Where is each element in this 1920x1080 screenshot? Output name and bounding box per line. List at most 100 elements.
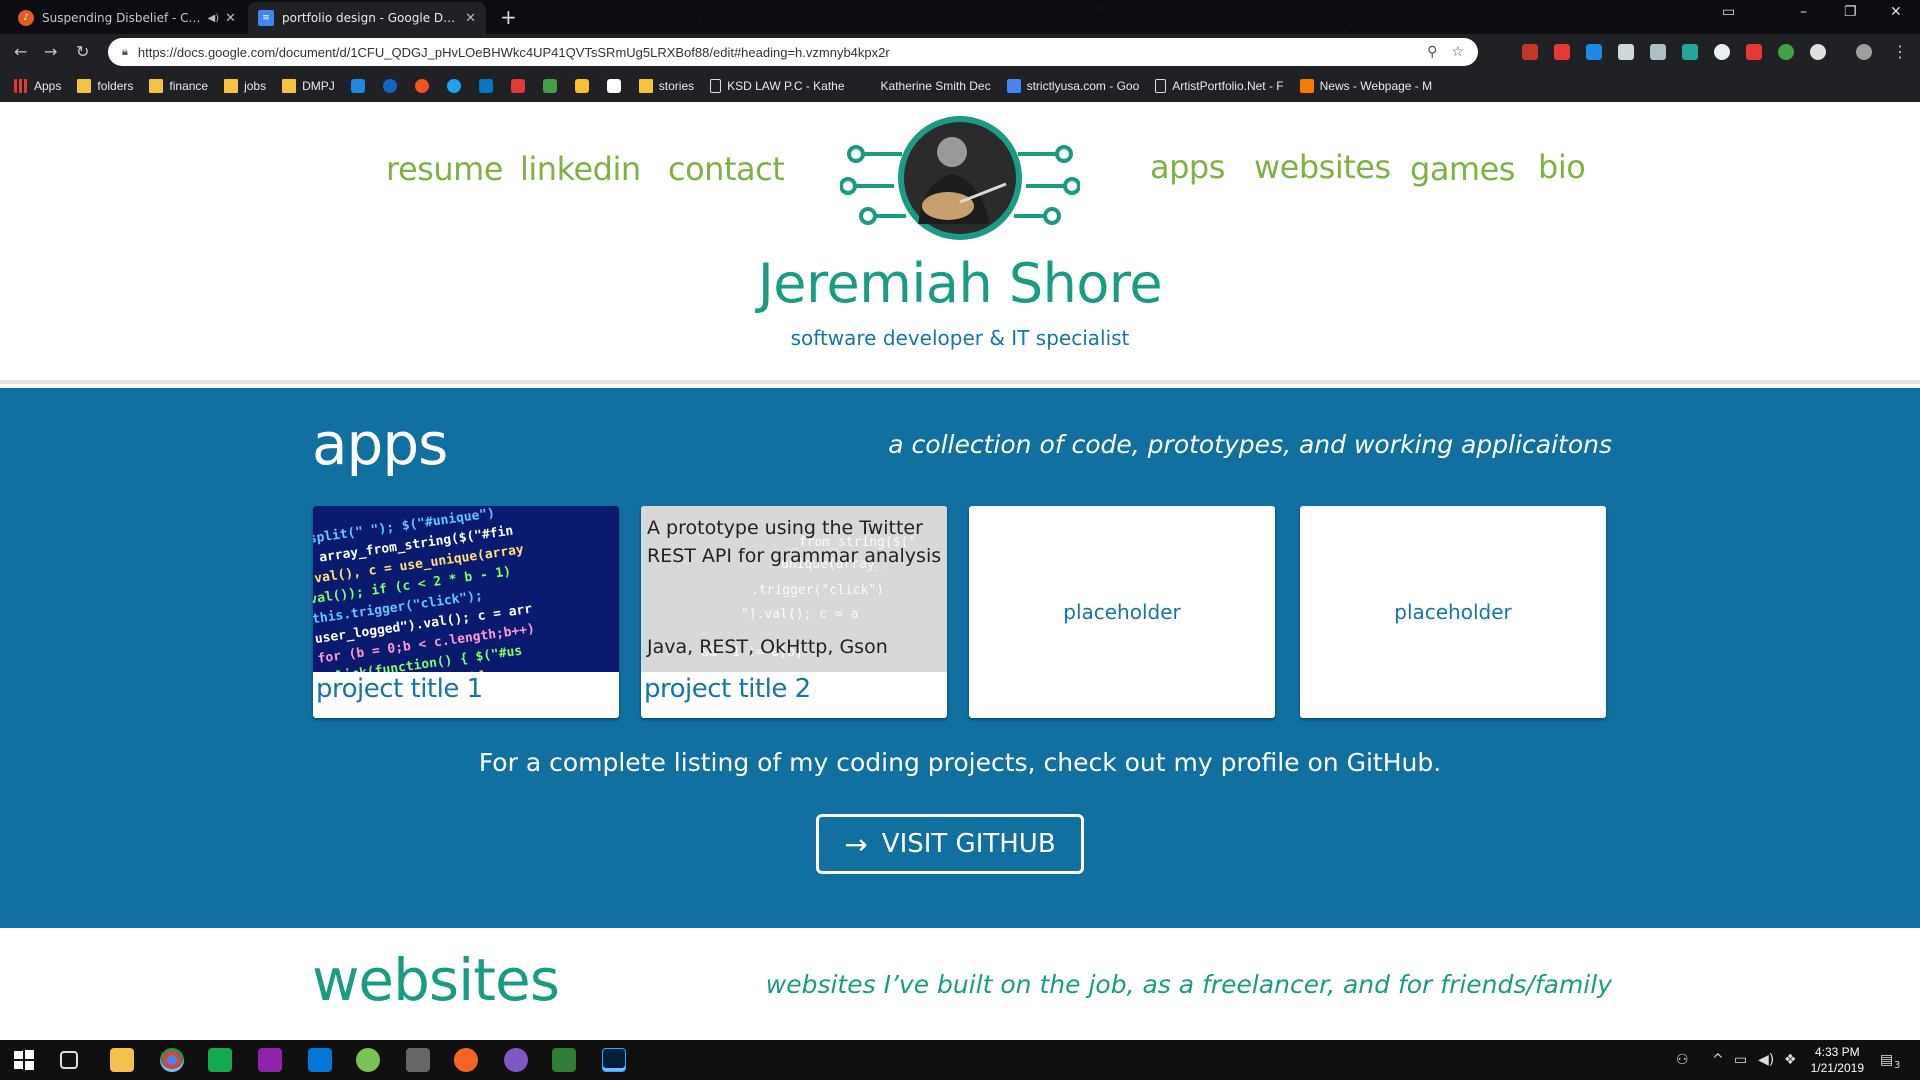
project-card-3[interactable]: placeholder bbox=[969, 506, 1275, 718]
bookmark-folders[interactable]: folders bbox=[77, 79, 133, 93]
web-page: resume linkedin contact apps websites ga… bbox=[0, 102, 1920, 1040]
project-card-4[interactable]: placeholder bbox=[1300, 506, 1606, 718]
project-title[interactable]: project title 1 bbox=[316, 674, 483, 704]
twitter-icon[interactable] bbox=[446, 79, 461, 93]
url-text[interactable]: https://docs.google.com/document/d/1CFU_… bbox=[138, 45, 1427, 60]
wikipedia-icon[interactable] bbox=[606, 79, 621, 93]
notifications-icon[interactable]: ▤ bbox=[1880, 1052, 1893, 1068]
nav-link-websites[interactable]: websites bbox=[1254, 148, 1391, 186]
bookmark-icon[interactable] bbox=[382, 79, 397, 93]
bookmark-label: finance bbox=[169, 79, 209, 93]
tab-portfolio-design[interactable]: ≡ portfolio design - Google Docs ✕ bbox=[248, 2, 486, 34]
close-tab-icon[interactable]: ✕ bbox=[465, 11, 476, 26]
nav-link-games[interactable]: games bbox=[1410, 150, 1515, 188]
project-title[interactable]: project title 2 bbox=[644, 674, 811, 704]
music-icon: ♪ bbox=[18, 10, 34, 26]
bookmark-label: DMPJ bbox=[302, 79, 335, 93]
section-subtitle: websites I’ve built on the job, as a fre… bbox=[765, 970, 1612, 999]
volume-icon[interactable]: ◀) bbox=[1758, 1052, 1774, 1068]
bookmark-katherine-smith[interactable]: Katherine Smith Dec bbox=[861, 79, 991, 93]
bookmark-label: ArtistPortfolio.Net - F bbox=[1172, 79, 1284, 93]
vscode-icon[interactable] bbox=[308, 1048, 332, 1072]
chrome-icon[interactable] bbox=[160, 1048, 184, 1072]
back-arrow-icon[interactable]: ← bbox=[14, 42, 27, 61]
vscode-bookmark-icon[interactable] bbox=[350, 79, 365, 93]
windows-start-icon[interactable] bbox=[12, 1048, 36, 1072]
address-bar[interactable]: 🔒︎ https://docs.google.com/document/d/1C… bbox=[108, 38, 1478, 66]
project-tech-stack: Java, REST, OkHttp, Gson bbox=[647, 636, 888, 658]
bookmark-label: folders bbox=[97, 79, 134, 93]
task-view-icon[interactable] bbox=[60, 1051, 78, 1069]
nav-link-resume[interactable]: resume bbox=[386, 150, 503, 188]
extension-icon[interactable] bbox=[1618, 44, 1634, 60]
postman-icon[interactable] bbox=[454, 1048, 478, 1072]
grammarly-icon[interactable] bbox=[1778, 44, 1794, 60]
extension-icon[interactable] bbox=[1554, 44, 1570, 60]
bookmarks-bar: Apps folders finance jobs DMPJ stories K… bbox=[0, 70, 1920, 102]
visit-github-button[interactable]: → VISIT GITHUB bbox=[816, 814, 1084, 874]
unity-icon[interactable] bbox=[406, 1048, 430, 1072]
bookmark-artistportfolio[interactable]: ArtistPortfolio.Net - F bbox=[1155, 79, 1284, 93]
bookmark-ksd-law[interactable]: KSD LAW P.C - Kathe bbox=[710, 79, 845, 93]
trello-icon[interactable] bbox=[478, 79, 493, 93]
site-header: resume linkedin contact apps websites ga… bbox=[0, 102, 1920, 384]
minimize-button[interactable]: – bbox=[1800, 4, 1807, 20]
file-explorer-icon[interactable] bbox=[110, 1048, 134, 1072]
maximize-button[interactable]: ❐ bbox=[1844, 4, 1857, 20]
bookmark-strictlyusa[interactable]: strictlyusa.com - Goo bbox=[1006, 79, 1139, 93]
extension-icon[interactable] bbox=[1522, 44, 1538, 60]
extension-icon[interactable] bbox=[1746, 44, 1762, 60]
extension-icon[interactable] bbox=[1682, 44, 1698, 60]
bookmark-icon[interactable] bbox=[542, 79, 557, 93]
tab-label: Suspending Disbelief - Circa bbox=[42, 11, 202, 25]
bookmark-stories[interactable]: stories bbox=[638, 79, 694, 93]
app-icon[interactable] bbox=[208, 1048, 232, 1072]
network-icon[interactable]: ▭ bbox=[1734, 1052, 1747, 1068]
tab-suspending-disbelief[interactable]: ♪ Suspending Disbelief - Circa ◀) ✕ bbox=[8, 2, 246, 34]
bookmark-label: KSD LAW P.C - Kathe bbox=[727, 79, 845, 93]
nav-link-bio[interactable]: bio bbox=[1538, 148, 1586, 186]
dropbox-icon[interactable]: ❖ bbox=[1784, 1052, 1797, 1068]
cast-icon[interactable]: ▭ bbox=[1722, 4, 1735, 20]
extension-icon[interactable] bbox=[1586, 44, 1602, 60]
profile-avatar[interactable] bbox=[1856, 44, 1872, 60]
forward-arrow-icon[interactable]: → bbox=[44, 42, 57, 61]
github-call-to-action: For a complete listing of my coding proj… bbox=[478, 748, 1442, 777]
photoshop-icon[interactable] bbox=[602, 1048, 626, 1072]
people-icon[interactable]: ⚇ bbox=[1676, 1052, 1689, 1068]
system-clock[interactable]: 4:33 PM 1/21/2019 bbox=[1811, 1044, 1864, 1076]
extension-icon[interactable] bbox=[1810, 44, 1826, 60]
bookmark-news[interactable]: News - Webpage - M bbox=[1299, 79, 1432, 93]
reload-icon[interactable]: ↻ bbox=[76, 42, 89, 61]
svg-text:.trigger("click"): .trigger("click") bbox=[751, 583, 884, 598]
nav-link-linkedin[interactable]: linkedin bbox=[520, 150, 641, 188]
youtube-icon[interactable] bbox=[510, 79, 525, 93]
zoom-icon[interactable]: ⚲ bbox=[1427, 44, 1437, 60]
bookmark-finance[interactable]: finance bbox=[149, 79, 208, 93]
close-tab-icon[interactable]: ✕ bbox=[225, 11, 236, 26]
bookmark-jobs[interactable]: jobs bbox=[224, 79, 266, 93]
bookmark-label: Apps bbox=[34, 79, 62, 93]
intellij-icon[interactable] bbox=[258, 1048, 282, 1072]
menu-kebab-icon[interactable]: ⋮ bbox=[1892, 42, 1908, 61]
speaker-icon[interactable]: ◀) bbox=[208, 13, 220, 24]
project-card-1[interactable]: .split(" "); $("#unique") = array_from_s… bbox=[313, 506, 619, 718]
app-icon[interactable] bbox=[504, 1048, 528, 1072]
chevron-up-icon[interactable]: ^ bbox=[1712, 1052, 1724, 1068]
nav-link-contact[interactable]: contact bbox=[668, 150, 785, 188]
bookmark-dmpj[interactable]: DMPJ bbox=[282, 79, 335, 93]
bookmark-icon[interactable] bbox=[414, 79, 429, 93]
bookmark-apps[interactable]: Apps bbox=[14, 79, 61, 93]
android-studio-icon[interactable] bbox=[356, 1048, 380, 1072]
nav-link-apps[interactable]: apps bbox=[1150, 148, 1225, 186]
bookmark-icon[interactable] bbox=[574, 79, 589, 93]
document-icon bbox=[1155, 79, 1167, 93]
project-card-2[interactable]: _from_string($(" unique(array_ .trigger(… bbox=[641, 506, 947, 718]
extension-icon[interactable] bbox=[1714, 44, 1730, 60]
bookmark-star-icon[interactable]: ☆ bbox=[1451, 44, 1464, 60]
close-window-button[interactable]: ✕ bbox=[1890, 4, 1902, 20]
sourcetree-icon[interactable] bbox=[552, 1048, 576, 1072]
new-tab-button[interactable]: + bbox=[500, 5, 517, 29]
placeholder-label: placeholder bbox=[1063, 600, 1181, 624]
extension-icon[interactable] bbox=[1650, 44, 1666, 60]
